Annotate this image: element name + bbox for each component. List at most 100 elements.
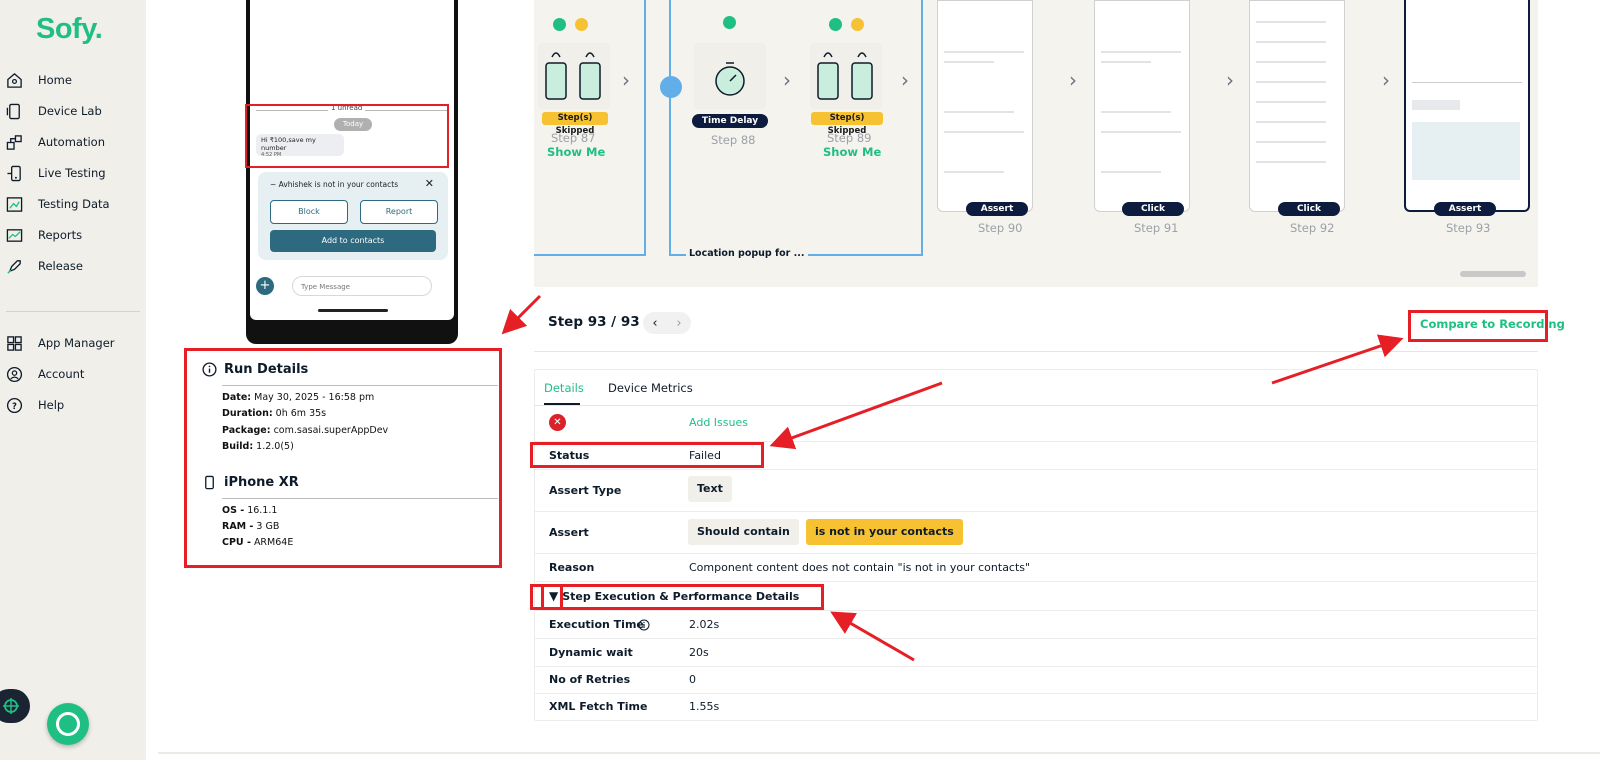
sidebar-item-account[interactable]: Account <box>6 363 84 385</box>
stopwatch-icon <box>715 62 745 96</box>
step-88-thumbnail[interactable] <box>694 43 766 109</box>
sidebar-item-live-testing[interactable]: Live Testing <box>6 162 106 184</box>
info-icon[interactable] <box>638 619 650 631</box>
step-87-show-me[interactable]: Show Me <box>547 145 605 159</box>
execution-time-value: 2.02s <box>689 618 720 631</box>
steps-timeline: Location popup for ... Step(s) Skipped S… <box>534 0 1538 287</box>
step-pager[interactable]: ‹ › <box>643 312 691 334</box>
placeholder-line <box>1101 171 1161 173</box>
step-92-screenshot[interactable] <box>1249 0 1345 212</box>
swap-devices-icon <box>817 52 873 100</box>
step-91-chip: Click <box>1122 202 1184 216</box>
testing-data-icon <box>6 196 23 212</box>
sidebar-item-home[interactable]: Home <box>6 69 72 91</box>
block-button: Block <box>270 200 348 224</box>
grid-icon <box>7 335 22 351</box>
chat-icon <box>56 712 80 736</box>
row-divider <box>535 511 1537 512</box>
sidebar-item-testing-data[interactable]: Testing Data <box>6 193 110 215</box>
reports-icon <box>6 228 23 242</box>
placeholder-line <box>944 61 994 63</box>
assert-value-pill: is not in your contacts <box>806 519 963 545</box>
sidebar-item-automation[interactable]: Automation <box>6 131 105 153</box>
passed-icon <box>829 18 842 31</box>
annotation-box-performance <box>530 584 824 610</box>
sidebar-item-help[interactable]: ? Help <box>6 394 64 416</box>
chevron-right-icon: › <box>901 68 909 92</box>
chevron-right-icon: › <box>1382 68 1390 92</box>
xml-fetch-time-value: 1.55s <box>689 700 720 713</box>
tab-device-metrics[interactable]: Device Metrics <box>608 381 693 395</box>
placeholder-line <box>944 171 1004 173</box>
details-card <box>534 369 1538 721</box>
chevron-right-icon: › <box>783 68 791 92</box>
step-87-thumbnail[interactable] <box>538 43 610 109</box>
placeholder-line <box>1101 131 1181 133</box>
sidebar-item-app-manager[interactable]: App Manager <box>6 332 115 354</box>
arrow-to-run-details <box>501 294 542 335</box>
add-issues-link[interactable]: Add Issues <box>689 416 748 429</box>
rocket-icon <box>7 259 21 274</box>
step-89-thumbnail[interactable] <box>810 43 882 109</box>
assert-type-label: Assert Type <box>549 484 622 497</box>
row-divider <box>535 610 1537 611</box>
page-bottom-border <box>158 752 1600 754</box>
timeline-scrollbar[interactable] <box>1460 271 1526 277</box>
step-91-screenshot[interactable] <box>1094 0 1190 212</box>
step-88-label: Step 88 <box>711 133 756 147</box>
report-button: Report <box>360 200 438 224</box>
ai-sparkle-icon <box>3 698 19 714</box>
step-counter: Step 93 / 93 <box>548 314 640 330</box>
chevron-right-icon[interactable]: › <box>676 316 681 331</box>
sidebar-item-device-lab[interactable]: Device Lab <box>6 100 102 122</box>
chevron-left-icon[interactable]: ‹ <box>652 316 657 331</box>
automation-icon <box>6 134 22 150</box>
account-icon <box>6 366 23 382</box>
step-90-label: Step 90 <box>978 221 1023 235</box>
sidebar-divider <box>6 311 140 312</box>
ai-assistant-button[interactable] <box>0 689 30 723</box>
step-91-label: Step 91 <box>1134 221 1179 235</box>
placeholder-line <box>1256 161 1326 163</box>
sofy-logo[interactable]: Sofy. <box>36 13 103 46</box>
contact-notice-card: ~ Avhishek is not in your contacts ✕ Blo… <box>258 172 448 260</box>
reason-label: Reason <box>549 561 595 574</box>
xml-fetch-time-label: XML Fetch Time <box>549 700 648 713</box>
add-to-contacts-button: Add to contacts <box>270 230 436 252</box>
home-indicator <box>318 309 388 312</box>
plus-icon: + <box>256 277 274 295</box>
tab-details[interactable]: Details <box>544 381 584 395</box>
placeholder-line <box>1256 81 1326 83</box>
placeholder-line <box>1101 51 1181 53</box>
step-89-label: Step 89 <box>827 131 872 145</box>
row-divider <box>535 469 1537 470</box>
placeholder-line <box>944 111 1014 113</box>
sidebar: Sofy. Home Device Lab Automation Live Te… <box>0 0 146 760</box>
row-divider <box>535 666 1537 667</box>
contact-notice-text: ~ Avhishek is not in your contacts <box>270 180 399 189</box>
step-90-screenshot[interactable] <box>937 0 1033 212</box>
sidebar-item-release[interactable]: Release <box>6 255 83 277</box>
annotation-box-run-details <box>184 348 502 568</box>
chevron-right-icon: › <box>622 68 630 92</box>
step-87-label: Step 87 <box>551 131 596 145</box>
placeholder-line <box>1256 121 1326 123</box>
swap-devices-icon <box>545 52 601 100</box>
passed-icon <box>723 16 736 29</box>
step-92-chip: Click <box>1278 202 1340 216</box>
divider <box>535 405 1537 406</box>
placeholder-line <box>1101 61 1151 63</box>
assert-type-pill: Text <box>688 476 732 502</box>
chat-support-button[interactable] <box>47 703 89 745</box>
placeholder-line <box>1256 61 1326 63</box>
device-icon <box>6 103 20 119</box>
retries-label: No of Retries <box>549 673 631 686</box>
placeholder-line <box>1101 111 1171 113</box>
step-89-show-me[interactable]: Show Me <box>823 145 881 159</box>
row-divider <box>535 638 1537 639</box>
sidebar-item-label: Device Lab <box>38 104 102 118</box>
annotation-box-message <box>245 104 449 168</box>
dynamic-wait-value: 20s <box>689 646 709 659</box>
step-93-screenshot[interactable] <box>1404 0 1530 212</box>
sidebar-item-reports[interactable]: Reports <box>6 224 82 246</box>
